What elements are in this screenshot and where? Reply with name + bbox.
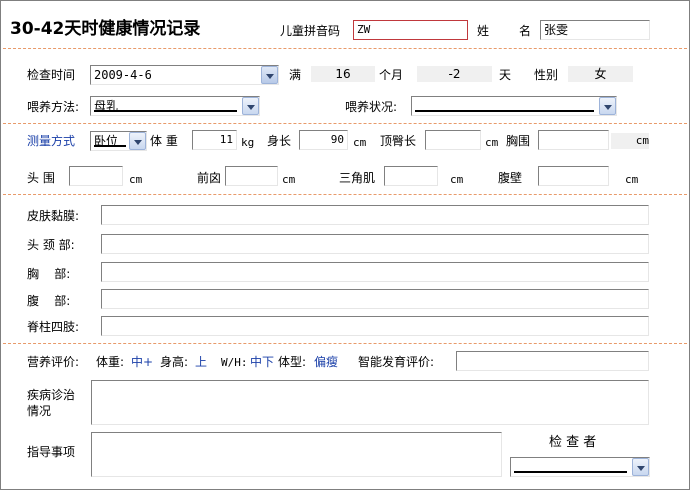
measure-method-label: 测量方式 <box>27 134 76 148</box>
head-circ-input[interactable] <box>69 166 123 186</box>
divider <box>3 48 687 49</box>
feeding-status-select[interactable] <box>411 96 617 116</box>
height-label: 身长 <box>267 134 292 148</box>
select-underline <box>94 110 237 112</box>
abdomen-wall-unit: cm <box>625 173 639 186</box>
sex-value: 女 <box>568 66 633 82</box>
abdomen-input[interactable] <box>101 289 649 309</box>
chest-circ-input[interactable] <box>538 130 609 150</box>
disease-textarea[interactable] <box>91 380 649 425</box>
weight-input[interactable]: 11 <box>192 130 237 150</box>
height-unit: cm <box>353 136 367 149</box>
name-input[interactable]: 张雯 <box>540 20 650 40</box>
crown-rump-label: 顶臀长 <box>380 134 417 148</box>
eval-body-value: 偏瘦 <box>314 355 339 369</box>
head-circ-label: 头 围 <box>27 171 55 185</box>
eval-weight-label: 体重: <box>96 355 125 369</box>
eval-wh-label: W/H: <box>221 356 248 369</box>
chevron-down-icon[interactable] <box>599 97 616 115</box>
fontanel-input[interactable] <box>225 166 278 186</box>
crown-rump-unit: cm <box>485 136 499 149</box>
chest-circ-label: 胸围 <box>506 134 531 148</box>
select-underline <box>415 110 594 112</box>
nutrition-eval-label: 营养评价: <box>27 355 80 369</box>
triceps-unit: cm <box>450 173 464 186</box>
abdomen-wall-input[interactable] <box>538 166 609 186</box>
age-months-value: 16 <box>311 66 375 82</box>
disease-label: 疾病诊治情况 <box>27 388 76 418</box>
skin-input[interactable] <box>101 205 649 225</box>
chest-label: 胸 部: <box>27 267 71 281</box>
guidance-textarea[interactable] <box>91 432 502 477</box>
chevron-down-icon[interactable] <box>632 458 649 476</box>
headneck-input[interactable] <box>101 234 649 254</box>
feeding-method-label: 喂养方法: <box>27 100 80 114</box>
exam-time-value: 2009-4-6 <box>94 68 152 82</box>
full-age-label: 满 <box>289 68 302 82</box>
days-unit: 天 <box>499 68 512 82</box>
chest-input[interactable] <box>101 262 649 282</box>
weight-label: 体 重 <box>150 134 178 148</box>
examiner-select[interactable] <box>510 457 650 477</box>
abdomen-label: 腹 部: <box>27 294 71 308</box>
intel-eval-input[interactable] <box>456 351 649 371</box>
fontanel-unit: cm <box>282 173 296 186</box>
guidance-label: 指导事项 <box>27 445 76 459</box>
eval-wh-value: 中下 <box>250 355 275 369</box>
abdomen-wall-label: 腹壁 <box>498 171 523 185</box>
chevron-down-icon[interactable] <box>261 66 278 84</box>
crown-rump-input[interactable] <box>425 130 481 150</box>
triceps-label: 三角肌 <box>339 171 376 185</box>
chevron-down-icon[interactable] <box>129 132 146 150</box>
eval-body-label: 体型: <box>278 355 307 369</box>
sex-label: 性别 <box>534 68 559 82</box>
givenname-label: 名 <box>519 24 532 38</box>
pinyin-input[interactable]: ZW <box>353 20 468 40</box>
weight-unit: kg <box>241 136 255 149</box>
chest-circ-unit: cm <box>611 133 649 149</box>
headneck-label: 头 颈 部: <box>27 238 75 252</box>
health-record-form: 30-42天时健康情况记录 儿童拼音码 ZW 姓 名 张雯 检查时间 2009-… <box>0 0 690 490</box>
spine-input[interactable] <box>101 316 649 336</box>
exam-time-select[interactable]: 2009-4-6 <box>90 65 279 85</box>
months-unit: 个月 <box>379 68 404 82</box>
skin-label: 皮肤黏膜: <box>27 209 80 223</box>
form-title: 30-42天时健康情况记录 <box>10 19 201 39</box>
select-underline <box>514 471 627 473</box>
feeding-method-select[interactable]: 母乳 <box>90 96 260 116</box>
pinyin-label: 儿童拼音码 <box>280 24 341 38</box>
eval-height-label: 身高: <box>160 355 189 369</box>
feeding-status-label: 喂养状况: <box>345 100 398 114</box>
exam-time-label: 检查时间 <box>27 68 76 82</box>
spine-label: 脊柱四肢: <box>27 320 80 334</box>
examiner-label: 检 查 者 <box>549 435 597 450</box>
age-days-value: -2 <box>417 66 492 82</box>
triceps-input[interactable] <box>384 166 438 186</box>
head-circ-unit: cm <box>129 173 143 186</box>
measure-method-select[interactable]: 卧位 <box>90 131 147 151</box>
eval-height-value: 上 <box>195 355 208 369</box>
height-input[interactable]: 90 <box>299 130 348 150</box>
divider <box>3 194 687 195</box>
fontanel-label: 前囟 <box>197 171 222 185</box>
select-underline <box>94 145 126 147</box>
divider <box>3 123 687 124</box>
divider <box>3 343 687 344</box>
eval-weight-value: 中+ <box>131 355 154 369</box>
intel-eval-label: 智能发育评价: <box>358 355 435 369</box>
chevron-down-icon[interactable] <box>242 97 259 115</box>
surname-label: 姓 <box>477 24 490 38</box>
